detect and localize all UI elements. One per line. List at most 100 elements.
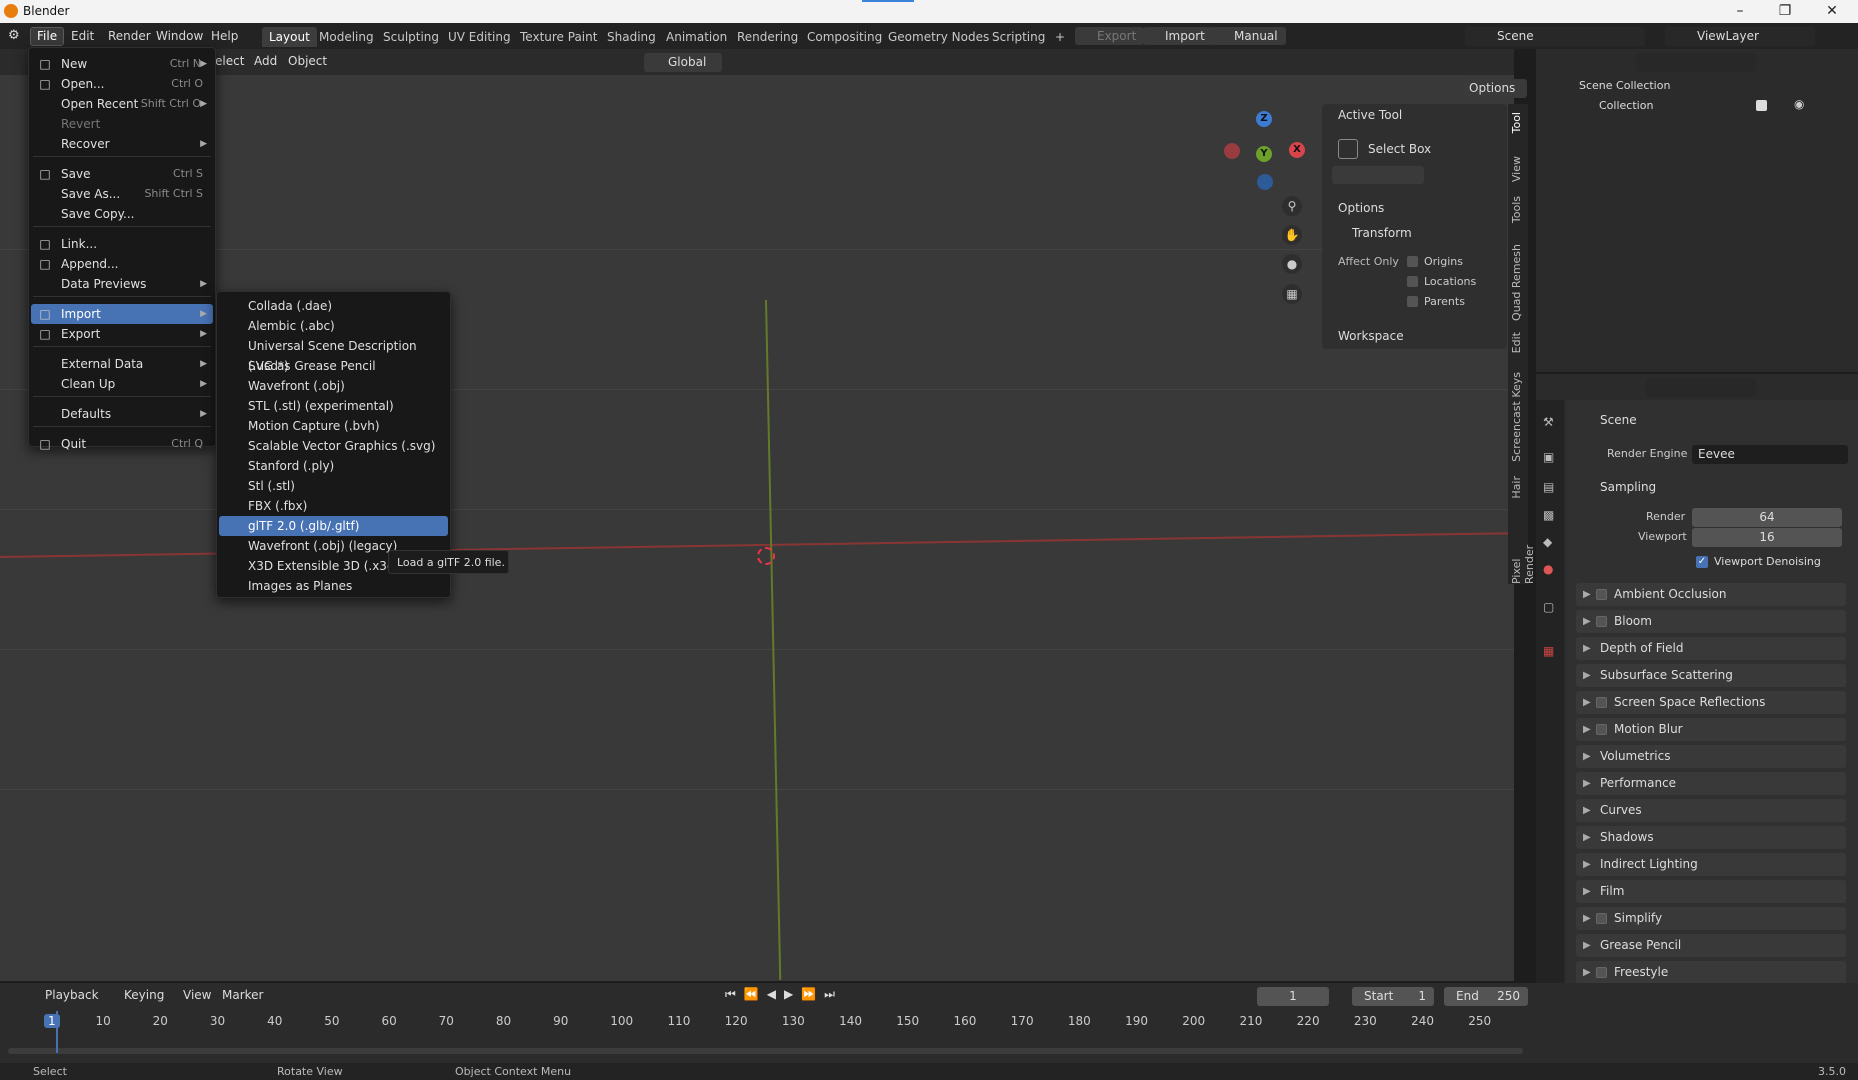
file-menu-item[interactable]: Save As... Shift Ctrl S (31, 184, 213, 204)
sidetab-pixel-render[interactable]: Pixel Render (1510, 516, 1536, 584)
sidetab-tool[interactable]: Tool (1510, 112, 1523, 133)
file-menu-item[interactable]: External Data ▶ (31, 354, 213, 374)
render-engine-dropdown[interactable]: Eevee (1692, 445, 1848, 464)
import-menu-item[interactable]: Wavefront (.obj) (219, 376, 448, 396)
file-menu-item[interactable]: □ Save Ctrl S (31, 164, 213, 184)
scene-collection-label[interactable]: Scene Collection (1579, 79, 1670, 92)
section-checkbox[interactable] (1596, 967, 1607, 978)
collection-checkbox[interactable] (1756, 100, 1767, 111)
transform-header[interactable]: Transform (1352, 226, 1412, 240)
add-workspace-button[interactable]: + (1048, 27, 1072, 47)
gizmo-neg-x-icon[interactable] (1224, 143, 1240, 159)
tool-tab-icon[interactable]: ⚒ (1543, 415, 1554, 429)
output-tab-icon[interactable]: ▤ (1543, 480, 1554, 494)
properties-section[interactable]: ▶ Performance (1576, 772, 1846, 795)
collection-label[interactable]: Collection (1599, 99, 1653, 112)
marker-menu[interactable]: Marker (222, 988, 263, 1002)
tab-uv-editing[interactable]: UV Editing (441, 27, 518, 47)
render-tab-icon[interactable]: ▣ (1543, 450, 1554, 464)
scene-tab-icon[interactable]: ◆ (1543, 535, 1552, 549)
parents-checkbox[interactable] (1407, 296, 1418, 307)
view-menu[interactable]: View (183, 988, 211, 1002)
import-menu-item[interactable]: Universal Scene Description (.usd*) (219, 336, 448, 373)
zoom-icon[interactable]: ⚲ (1282, 196, 1302, 216)
options-dropdown[interactable]: Options (1463, 79, 1527, 98)
section-checkbox[interactable] (1596, 724, 1607, 735)
properties-section[interactable]: ▶ Subsurface Scattering (1576, 664, 1846, 687)
properties-section[interactable]: ▶ Screen Space Reflections (1576, 691, 1846, 714)
end-frame-field[interactable]: End 250 (1444, 987, 1528, 1006)
current-frame-field[interactable]: 1 (1257, 987, 1329, 1006)
tab-modeling[interactable]: Modeling (312, 27, 381, 47)
tab-scripting[interactable]: Scripting (985, 27, 1052, 47)
import-button[interactable]: Import (1143, 27, 1213, 45)
file-menu-item[interactable]: □ Quit Ctrl Q (31, 434, 213, 454)
import-menu-item[interactable]: STL (.stl) (experimental) (219, 396, 448, 416)
section-checkbox[interactable] (1596, 697, 1607, 708)
tab-rendering[interactable]: Rendering (730, 27, 805, 47)
3d-cursor-icon[interactable] (757, 547, 775, 565)
file-menu-item[interactable]: Save Copy... (31, 204, 213, 224)
select-mode-buttons[interactable] (1332, 166, 1424, 184)
properties-section[interactable]: ▶ Indirect Lighting (1576, 853, 1846, 876)
menu-help[interactable]: Help (205, 27, 244, 46)
properties-section[interactable]: ▶ Simplify (1576, 907, 1846, 930)
gizmo-x-icon[interactable]: X (1289, 142, 1305, 158)
section-checkbox[interactable] (1596, 616, 1607, 627)
import-menu-item[interactable]: glTF 2.0 (.glb/.gltf) (219, 516, 448, 536)
file-menu-item[interactable]: □ Link... (31, 234, 213, 254)
visibility-eye-icon[interactable]: ◉ (1794, 97, 1804, 111)
file-menu-item[interactable]: Revert (31, 114, 213, 134)
world-tab-icon[interactable]: ● (1543, 562, 1553, 576)
keying-menu[interactable]: Keying (124, 988, 164, 1002)
file-menu-item[interactable]: Recover ▶ (31, 134, 213, 154)
restore-icon[interactable]: ❐ (1765, 1, 1805, 21)
export-button[interactable]: Export (1075, 27, 1145, 45)
import-menu-item[interactable]: Alembic (.abc) (219, 316, 448, 336)
tab-texture-paint[interactable]: Texture Paint (513, 27, 604, 47)
transform-orientation-dropdown[interactable]: Global (644, 53, 722, 72)
file-menu-item[interactable]: Clean Up ▶ (31, 374, 213, 394)
file-menu-item[interactable]: Data Previews ▶ (31, 274, 213, 294)
properties-section[interactable]: ▶ Grease Pencil (1576, 934, 1846, 957)
grid-icon[interactable]: ▦ (1282, 284, 1302, 304)
properties-section[interactable]: ▶ Ambient Occlusion (1576, 583, 1846, 606)
gizmo-neg-z-icon[interactable] (1257, 174, 1273, 190)
minimize-icon[interactable]: – (1720, 1, 1760, 21)
start-frame-field[interactable]: Start 1 (1352, 987, 1434, 1006)
scene-selector[interactable]: Scene (1465, 27, 1645, 46)
tab-sculpting[interactable]: Sculpting (376, 27, 446, 47)
import-menu-item[interactable]: SVG as Grease Pencil (219, 356, 448, 376)
sidetab-screencast-keys[interactable]: Screencast Keys (1510, 372, 1523, 462)
properties-section[interactable]: ▶ Motion Blur (1576, 718, 1846, 741)
gizmo-y-icon[interactable]: Y (1256, 146, 1272, 162)
tab-compositing[interactable]: Compositing (800, 27, 889, 47)
tab-shading[interactable]: Shading (600, 27, 663, 47)
outliner-search-input[interactable] (1636, 53, 1756, 72)
workspace-header[interactable]: Workspace (1338, 329, 1404, 343)
menu-file[interactable]: File (30, 27, 65, 46)
properties-section[interactable]: ▶ Volumetrics (1576, 745, 1846, 768)
viewport-samples-field[interactable]: 16 (1692, 528, 1842, 547)
section-checkbox[interactable] (1596, 913, 1607, 924)
import-menu-item[interactable]: Images as Planes (219, 576, 448, 596)
tab-geometry-nodes[interactable]: Geometry Nodes (881, 27, 996, 47)
file-menu-item[interactable]: □ Export ▶ (31, 324, 213, 344)
locations-checkbox[interactable] (1407, 276, 1418, 287)
sidetab-tools[interactable]: Tools (1510, 196, 1523, 223)
properties-section[interactable]: ▶ Depth of Field (1576, 637, 1846, 660)
collection-tab-icon[interactable]: ▢ (1543, 600, 1554, 614)
properties-section[interactable]: ▶ Curves (1576, 799, 1846, 822)
import-menu-item[interactable]: FBX (.fbx) (219, 496, 448, 516)
properties-search-input[interactable] (1646, 378, 1756, 397)
properties-section[interactable]: ▶ Freestyle (1576, 961, 1846, 984)
camera-icon[interactable]: ● (1282, 254, 1302, 274)
viewport-denoising-checkbox[interactable]: ✓ (1696, 556, 1708, 568)
sidetab-edit[interactable]: Edit (1510, 332, 1523, 353)
menu-render[interactable]: Render (102, 27, 157, 46)
properties-section[interactable]: ▶ Film (1576, 880, 1846, 903)
close-icon[interactable]: ✕ (1812, 1, 1852, 21)
origins-checkbox[interactable] (1407, 256, 1418, 267)
menu-object[interactable]: Object (288, 54, 327, 68)
sidetab-view[interactable]: View (1510, 156, 1523, 182)
